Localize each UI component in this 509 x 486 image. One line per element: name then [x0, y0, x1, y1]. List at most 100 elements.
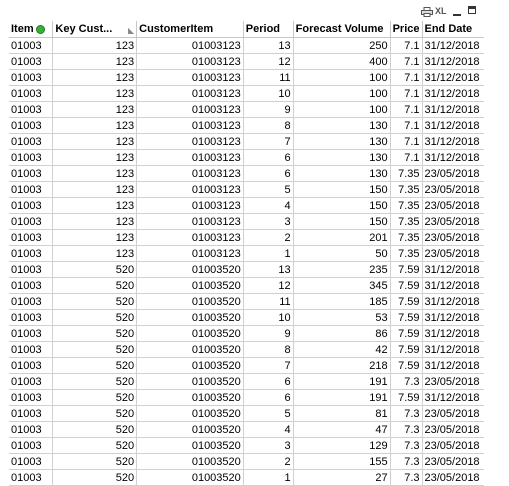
- cell-price[interactable]: 7.3: [390, 437, 423, 454]
- cell-key-customer[interactable]: 123: [52, 149, 138, 166]
- cell-key-customer[interactable]: 123: [52, 165, 138, 182]
- table-row[interactable]: 01003 520 01003520 2 155 7.3 23/05/2018: [9, 453, 484, 470]
- cell-end-date[interactable]: 23/05/2018: [422, 437, 484, 454]
- cell-customer-item[interactable]: 01003123: [136, 165, 244, 182]
- table-row[interactable]: 01003 123 01003123 6 130 7.1 31/12/2018: [9, 149, 484, 166]
- cell-forecast-volume[interactable]: 47: [293, 421, 391, 438]
- table-row[interactable]: 01003 123 01003123 2 201 7.35 23/05/2018: [9, 229, 484, 246]
- minimize-icon[interactable]: [452, 5, 462, 18]
- cell-period[interactable]: 1: [243, 469, 294, 486]
- cell-period[interactable]: 9: [243, 325, 294, 342]
- cell-key-customer[interactable]: 520: [52, 309, 138, 326]
- cell-end-date[interactable]: 23/05/2018: [422, 421, 484, 438]
- cell-price[interactable]: 7.59: [390, 261, 423, 278]
- table-row[interactable]: 01003 520 01003520 12 345 7.59 31/12/2018: [9, 277, 484, 294]
- cell-end-date[interactable]: 31/12/2018: [422, 357, 484, 374]
- cell-end-date[interactable]: 31/12/2018: [422, 389, 484, 406]
- cell-end-date[interactable]: 23/05/2018: [422, 469, 484, 486]
- cell-customer-item[interactable]: 01003123: [136, 133, 244, 150]
- cell-customer-item[interactable]: 01003520: [136, 293, 244, 310]
- cell-key-customer[interactable]: 123: [52, 213, 138, 230]
- cell-customer-item[interactable]: 01003520: [136, 325, 244, 342]
- cell-price[interactable]: 7.1: [390, 69, 423, 86]
- cell-price[interactable]: 7.59: [390, 341, 423, 358]
- cell-end-date[interactable]: 23/05/2018: [422, 229, 484, 246]
- cell-forecast-volume[interactable]: 150: [293, 197, 391, 214]
- cell-forecast-volume[interactable]: 53: [293, 309, 391, 326]
- cell-item[interactable]: 01003: [9, 37, 54, 54]
- cell-end-date[interactable]: 31/12/2018: [422, 277, 484, 294]
- cell-key-customer[interactable]: 123: [52, 101, 138, 118]
- cell-key-customer[interactable]: 520: [52, 389, 138, 406]
- cell-forecast-volume[interactable]: 86: [293, 325, 391, 342]
- cell-customer-item[interactable]: 01003123: [136, 85, 244, 102]
- cell-item[interactable]: 01003: [9, 277, 54, 294]
- cell-period[interactable]: 13: [243, 37, 294, 54]
- cell-forecast-volume[interactable]: 235: [293, 261, 391, 278]
- cell-item[interactable]: 01003: [9, 149, 54, 166]
- cell-key-customer[interactable]: 520: [52, 341, 138, 358]
- cell-forecast-volume[interactable]: 81: [293, 405, 391, 422]
- cell-price[interactable]: 7.1: [390, 133, 423, 150]
- cell-price[interactable]: 7.3: [390, 373, 423, 390]
- cell-period[interactable]: 11: [243, 69, 294, 86]
- cell-price[interactable]: 7.1: [390, 117, 423, 134]
- cell-end-date[interactable]: 31/12/2018: [422, 53, 484, 70]
- table-row[interactable]: 01003 520 01003520 11 185 7.59 31/12/2018: [9, 293, 484, 310]
- cell-price[interactable]: 7.59: [390, 325, 423, 342]
- cell-customer-item[interactable]: 01003123: [136, 213, 244, 230]
- cell-price[interactable]: 7.1: [390, 53, 423, 70]
- cell-item[interactable]: 01003: [9, 117, 54, 134]
- cell-item[interactable]: 01003: [9, 309, 54, 326]
- cell-end-date[interactable]: 31/12/2018: [422, 37, 484, 54]
- cell-end-date[interactable]: 31/12/2018: [422, 293, 484, 310]
- column-header-price[interactable]: Price: [390, 21, 423, 38]
- cell-period[interactable]: 5: [243, 181, 294, 198]
- cell-price[interactable]: 7.35: [390, 197, 423, 214]
- cell-forecast-volume[interactable]: 130: [293, 133, 391, 150]
- cell-end-date[interactable]: 23/05/2018: [422, 373, 484, 390]
- cell-item[interactable]: 01003: [9, 53, 54, 70]
- cell-customer-item[interactable]: 01003520: [136, 357, 244, 374]
- cell-forecast-volume[interactable]: 218: [293, 357, 391, 374]
- cell-end-date[interactable]: 23/05/2018: [422, 181, 484, 198]
- cell-customer-item[interactable]: 01003123: [136, 245, 244, 262]
- cell-price[interactable]: 7.1: [390, 101, 423, 118]
- cell-forecast-volume[interactable]: 250: [293, 37, 391, 54]
- column-header-key-customer[interactable]: Key Cust... ◣: [52, 21, 138, 38]
- cell-period[interactable]: 11: [243, 293, 294, 310]
- cell-customer-item[interactable]: 01003520: [136, 309, 244, 326]
- cell-end-date[interactable]: 23/05/2018: [422, 453, 484, 470]
- cell-customer-item[interactable]: 01003520: [136, 405, 244, 422]
- cell-forecast-volume[interactable]: 100: [293, 101, 391, 118]
- table-row[interactable]: 01003 123 01003123 3 150 7.35 23/05/2018: [9, 213, 484, 230]
- cell-forecast-volume[interactable]: 191: [293, 389, 391, 406]
- cell-forecast-volume[interactable]: 150: [293, 181, 391, 198]
- cell-price[interactable]: 7.59: [390, 277, 423, 294]
- column-header-customer-item[interactable]: CustomerItem: [136, 21, 244, 38]
- table-row[interactable]: 01003 520 01003520 1 27 7.3 23/05/2018: [9, 469, 484, 486]
- cell-period[interactable]: 6: [243, 149, 294, 166]
- cell-end-date[interactable]: 23/05/2018: [422, 197, 484, 214]
- cell-period[interactable]: 1: [243, 245, 294, 262]
- cell-customer-item[interactable]: 01003520: [136, 421, 244, 438]
- cell-price[interactable]: 7.35: [390, 213, 423, 230]
- cell-item[interactable]: 01003: [9, 133, 54, 150]
- cell-period[interactable]: 6: [243, 165, 294, 182]
- cell-customer-item[interactable]: 01003520: [136, 469, 244, 486]
- cell-item[interactable]: 01003: [9, 373, 54, 390]
- cell-end-date[interactable]: 31/12/2018: [422, 325, 484, 342]
- table-row[interactable]: 01003 520 01003520 7 218 7.59 31/12/2018: [9, 357, 484, 374]
- cell-key-customer[interactable]: 123: [52, 245, 138, 262]
- cell-customer-item[interactable]: 01003123: [136, 197, 244, 214]
- cell-price[interactable]: 7.35: [390, 229, 423, 246]
- cell-customer-item[interactable]: 01003123: [136, 53, 244, 70]
- cell-forecast-volume[interactable]: 100: [293, 69, 391, 86]
- table-row[interactable]: 01003 520 01003520 4 47 7.3 23/05/2018: [9, 421, 484, 438]
- cell-item[interactable]: 01003: [9, 293, 54, 310]
- cell-key-customer[interactable]: 123: [52, 53, 138, 70]
- cell-item[interactable]: 01003: [9, 421, 54, 438]
- cell-key-customer[interactable]: 123: [52, 197, 138, 214]
- cell-forecast-volume[interactable]: 130: [293, 165, 391, 182]
- cell-key-customer[interactable]: 520: [52, 437, 138, 454]
